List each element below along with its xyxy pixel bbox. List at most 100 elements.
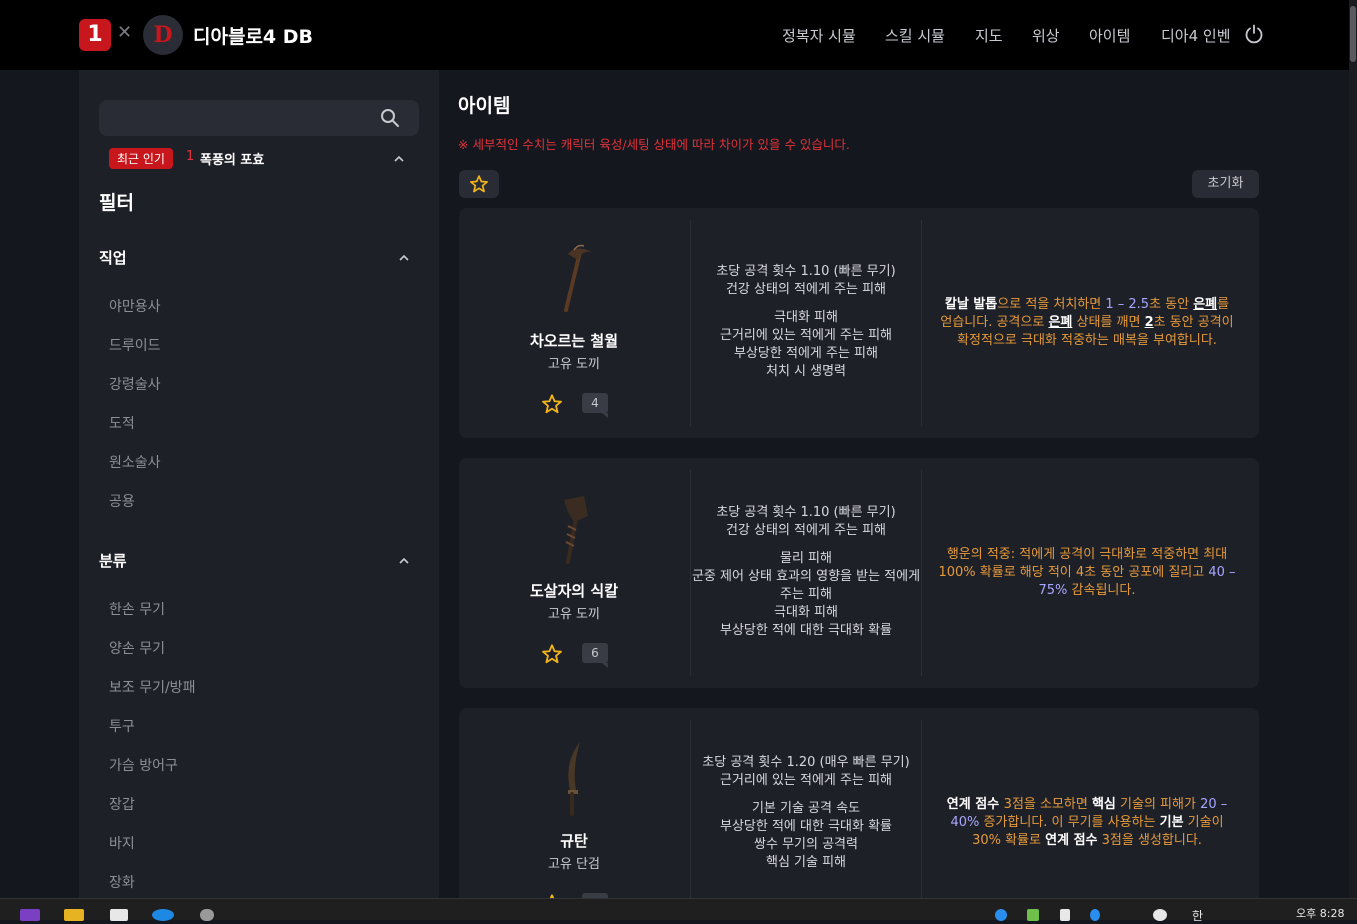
stat-line: 초당 공격 횟수 1.10 (빠른 무기) [716,505,896,520]
aspect-text-segment: 30% [972,833,1001,848]
search-icon[interactable] [380,108,400,128]
class-barbarian[interactable]: 야만용사 [109,296,161,316]
aspect-text-segment: 으로 적을 처치하면 [997,297,1106,312]
mouse-icon[interactable] [200,909,214,921]
class-druid[interactable]: 드루이드 [109,335,161,355]
aspect-text-segment: 1 – 2.5 [1105,297,1150,312]
item-list-panel: 아이템 ※ 세부적인 수치는 캐릭터 육성/세팅 상태에 따라 차이가 있을 수… [439,70,1349,898]
tray-icon[interactable] [1027,909,1039,921]
hot-badge: 최근 인기 [109,148,173,169]
aspect-text-segment: 연계 점수 [946,797,1004,812]
aspect-text-segment: 4 [1075,565,1085,580]
top-header: 1 ✕ D 디아블로4 DB 정복자 시뮬 스킬 시뮬 지도 위상 아이템 디아… [0,0,1349,70]
disclaimer-notice: ※ 세부적인 수치는 캐릭터 육성/세팅 상태에 따라 차이가 있을 수 있습니… [458,137,850,152]
browser-icon[interactable] [152,909,174,921]
chevron-up-icon[interactable] [394,154,404,164]
diablo-logo[interactable]: D [143,15,183,55]
category-helm[interactable]: 투구 [109,716,135,736]
aspect-text-segment: 핵심 [1091,797,1116,812]
clock[interactable]: 오후 8:28 [1296,905,1344,921]
aspect-text-segment: 초 동안 [1149,297,1194,312]
item-name[interactable]: 도살자의 식칼 [459,580,689,601]
nav-map[interactable]: 지도 [975,25,1003,46]
chevron-up-icon[interactable] [399,253,409,263]
aspect-text-segment: 확률로 [1000,833,1046,848]
stat-line: 부상당한 적에게 주는 피해 [734,346,878,361]
reset-button[interactable]: 초기화 [1192,170,1259,198]
aspect-text-segment: 초 동안 공포에 질리고 [1084,565,1209,580]
site-brand[interactable]: 디아블로4 DB [193,22,313,49]
item-stats: 초당 공격 횟수 1.20 (매우 빠른 무기) 근거리에 있는 적에게 주는 … [691,754,921,872]
category-boots[interactable]: 장화 [109,872,135,892]
tray-icon[interactable] [995,909,1007,921]
aspect-text-segment: 감속됩니다. [1067,583,1136,598]
item-stats: 초당 공격 횟수 1.10 (빠른 무기) 건강 상태의 적에게 주는 피해 극… [691,263,921,381]
os-taskbar: 한 오후 8:28 [0,898,1357,923]
item-type: 고유 도끼 [548,357,600,372]
stat-line: 부상당한 적에 대한 극대화 확률 [719,819,892,834]
stat-line: 기본 기술 공격 속도 [751,801,861,816]
aspect-text-segment: 칼날 발톱 [944,297,998,312]
power-icon[interactable] [1244,24,1264,44]
search-input[interactable] [99,100,419,136]
class-sorcerer[interactable]: 원소술사 [109,452,161,472]
item-card[interactable]: 도살자의 식칼 고유 도끼 6 초당 공격 횟수 1.10 (빠른 무기) 건강… [459,458,1259,688]
aspect-text-segment: 점을 생성합니다. [1109,833,1202,848]
item-image-dagger [568,742,580,816]
nav-skill-sim[interactable]: 스킬 시뮬 [885,25,945,46]
category-one-hand[interactable]: 한손 무기 [109,599,165,619]
class-section-title[interactable]: 직업 [99,247,127,268]
inven-logo[interactable]: 1 [79,19,111,51]
category-gloves[interactable]: 장갑 [109,794,135,814]
favorite-filter-button[interactable] [459,170,499,198]
hot-item-link[interactable]: 폭풍의 포효 [200,149,264,168]
aspect-text-segment: 기술이 [1183,815,1224,830]
page-scrollbar[interactable] [1349,0,1357,898]
aspect-text-segment: 확률로 해당 적이 [975,565,1076,580]
nav-items[interactable]: 아이템 [1089,25,1130,46]
nav-conqueror-sim[interactable]: 정복자 시뮬 [782,25,856,46]
collab-x-icon: ✕ [117,22,133,43]
stat-line: 초당 공격 횟수 1.10 (빠른 무기) [716,264,896,279]
stat-line: 군중 제어 상태 효과의 영향을 받는 적에게 주는 피해 [691,569,921,602]
category-offhand[interactable]: 보조 무기/방패 [109,677,195,697]
category-section-title[interactable]: 분류 [99,550,127,571]
nav-aspects[interactable]: 위상 [1032,25,1060,46]
comment-count[interactable]: 4 [582,393,608,418]
tray-icon[interactable] [1060,909,1070,921]
folder-icon[interactable] [64,909,84,921]
item-aspect: 행운의 적중: 적에게 공격이 극대화로 적중하면 최대 100% 확률로 해당… [937,546,1237,600]
aspect-text-segment: 적에게 공격이 극대화로 적중하면 최대 [1015,547,1228,562]
item-name[interactable]: 차오르는 철월 [459,330,689,351]
item-card[interactable]: 차오르는 철월 고유 도끼 4 초당 공격 횟수 1.10 (빠른 무기) 건강… [459,208,1259,438]
star-icon[interactable] [541,393,563,415]
class-rogue[interactable]: 도적 [109,413,135,433]
item-type: 고유 단검 [548,857,600,872]
category-pants[interactable]: 바지 [109,833,135,853]
chevron-up-icon[interactable] [399,556,409,566]
onenote-icon[interactable] [20,909,40,921]
bluetooth-icon[interactable] [1090,909,1100,921]
stat-line: 극대화 피해 [774,310,838,325]
category-chest[interactable]: 가슴 방어구 [109,755,178,775]
stat-line: 근거리에 있는 적에게 주는 피해 [719,328,892,343]
page-title: 아이템 [458,95,511,117]
app-icon[interactable] [110,909,128,921]
category-two-hand[interactable]: 양손 무기 [109,638,165,658]
item-name[interactable]: 규탄 [459,830,689,851]
aspect-text-segment: 기본 [1159,815,1184,830]
item-card[interactable]: 규탄 고유 단검 초당 공격 횟수 1.20 (매우 빠른 무기) 근거리에 있… [459,708,1259,898]
star-icon [470,175,488,193]
class-common[interactable]: 공용 [109,491,135,511]
nav-d4-inven[interactable]: 디아4 인벤 [1161,25,1231,46]
tray-icon[interactable] [1153,909,1167,921]
aspect-text-segment: 행운의 적중: [946,547,1016,562]
star-icon[interactable] [541,643,563,665]
aspect-text-segment: 2 [1144,315,1154,330]
aspect-text-segment: 은폐 [1048,315,1073,330]
stat-line: 쌍수 무기의 공격력 [754,837,858,852]
ime-indicator[interactable]: 한 [1192,907,1203,924]
filter-title: 필터 [99,192,134,214]
class-necromancer[interactable]: 강령술사 [109,374,161,394]
comment-count[interactable]: 6 [582,643,608,668]
